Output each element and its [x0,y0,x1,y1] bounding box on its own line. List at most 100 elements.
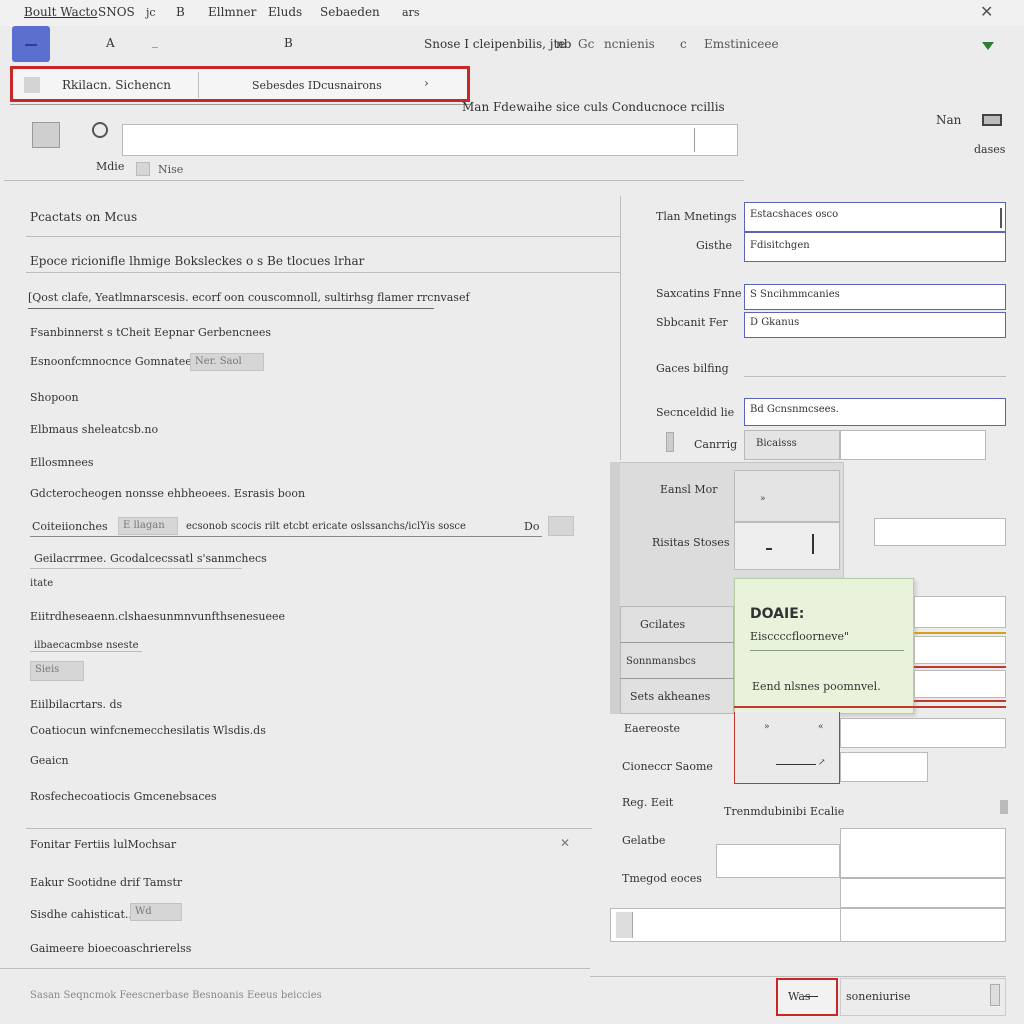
entry-icon [136,162,150,176]
list-item[interactable]: Esnoonfcmnocnce Gomnatees.ck [30,355,214,368]
footer-rule [0,968,590,969]
list-item[interactable]: Rosfechecoatiocis Gmcenebsaces [30,790,217,803]
list-item[interactable]: Coatiocun winfcnemecchesilatis Wlsdis.ds [30,724,266,737]
grid-cell[interactable] [840,828,1006,878]
list-item[interactable]: Geilacrrmee. Gcodalcecssatl s'sanmchecs [34,552,267,565]
lower-input[interactable] [840,752,928,782]
lower-arrow-icon: ↗ [818,758,826,768]
wide-input[interactable] [610,908,1006,942]
list-item[interactable]: Ellosmnees [30,456,94,469]
field-value: Bd Gcnsnmcsees. [750,404,839,415]
section2-close-icon[interactable]: ✕ [560,836,570,850]
chip-wd[interactable]: Wd [130,903,182,921]
panel-inner-bar [812,534,814,554]
selected-row-underline [28,308,434,309]
section2-row[interactable]: Sisdhe cahisticat.. [30,908,132,921]
mid-long-text: ecsonob scocis rilt etcbt ericate oslssa… [186,521,466,532]
toolbar-underscore[interactable]: _ [152,34,158,48]
grid-cell[interactable] [840,878,1006,908]
row-underline [30,651,142,652]
entry-label[interactable]: Nise [158,163,183,176]
list-item[interactable]: itate [30,578,53,589]
menu-item-jc[interactable]: jc [146,6,156,19]
section2-row[interactable]: Gaimeere bioecoaschrierelss [30,942,191,955]
top-right-label: Nan [936,113,962,127]
grid-cell[interactable] [716,844,840,878]
field-value: S Sncihmmcanies [750,289,840,300]
lower-gray-strip [1000,800,1008,814]
search-icon[interactable] [92,122,108,138]
panel-preview [734,470,840,522]
stack-input[interactable] [914,596,1006,628]
field-input-blank[interactable] [840,430,986,460]
status-arrow-icon [804,996,818,997]
panel-scroll[interactable] [610,462,620,714]
panel-side-input[interactable] [874,518,1006,546]
popup-rule [750,650,904,651]
wide-input-divider [840,908,841,942]
list-item[interactable]: ilbaecacmbse nseste [34,640,139,651]
left-subheader-rule [26,272,620,273]
menu-item-eluds[interactable]: Eluds [268,5,302,19]
list-item[interactable]: Eiilbilacrtars. ds [30,698,122,711]
toolbar-text-right: Emstiniceee [704,37,779,51]
list-item[interactable]: Gdcterocheogen nonsse ehbheoees. Esrasis… [30,487,305,500]
tab-underline [10,104,470,105]
menu-item-b[interactable]: B [176,5,185,19]
row-handle-icon[interactable] [666,432,674,452]
panel-item[interactable]: Gcilates [640,618,685,631]
tab-left[interactable]: Rkilacn. Sichencn [62,78,171,92]
chip-ner[interactable]: Ner. Saol [190,353,264,371]
panel-item[interactable]: Sonnmansbcs [626,656,696,667]
list-icon[interactable] [32,122,60,148]
layout-icon[interactable] [982,114,1002,126]
lower-label: Tmegod eoces [622,872,702,885]
right-divider [620,196,621,460]
chip-llagan[interactable]: E llagan [118,517,178,535]
toolbar-text-ncnienis: ncnienis [604,37,655,51]
stack-accent [914,700,1006,702]
list-item[interactable]: Elbmaus sheleatcsb.no [30,423,158,436]
toolbar-bold-b[interactable]: B [284,36,293,50]
toolbar-text-nb: nb [556,37,572,51]
popup-card[interactable] [734,578,914,714]
toolbar-font-a[interactable]: A [106,36,115,50]
close-icon[interactable]: ✕ [980,2,993,21]
section2-row[interactable]: Eakur Sootidne drif Tamstr [30,876,182,889]
list-item[interactable]: Shopoon [30,391,79,404]
popup-title: DOAIE: [750,606,805,622]
tab-arrow-icon[interactable]: › [424,76,429,90]
field-divider [744,376,1006,377]
panel-item[interactable]: Sets akheanes [630,690,710,703]
field-label: Canrrig [694,438,738,451]
menu-item-ars[interactable]: ars [402,6,419,19]
popup-body: Eend nlsnes poomnvel. [752,680,881,693]
top-right-sub: dases [974,143,1006,156]
menu-item-sebaeden[interactable]: Sebaeden [320,5,380,19]
status-field[interactable] [840,978,1006,1016]
list-item[interactable]: Geaicn [30,754,69,767]
list-item[interactable]: Eiitrdheseaenn.clshaesunmnvunfthsenesuee… [30,610,285,623]
menu-item-file[interactable]: Boult Wacto [24,5,97,19]
status-triangle-icon [982,42,994,50]
status-scroll-icon[interactable] [990,984,1000,1006]
field-value: Fdisitchgen [750,240,810,251]
search-input[interactable] [122,124,738,156]
tab-right[interactable]: Sebesdes IDcusnairons [252,79,382,92]
stack-input[interactable] [914,670,1006,698]
panel-inner-box[interactable] [734,522,840,570]
toolbar-status-text: Snose I cleipenbilis, jte [424,37,566,51]
section2-top-rule [26,828,592,829]
left-section-title: Pcactats on Mcus [30,210,138,224]
selected-row[interactable]: [Qost clafe, Yeatlmnarscesis. ecorf oon … [28,291,470,304]
menu-item-ellmner[interactable]: Ellmner [208,5,256,19]
lower-input[interactable] [840,718,1006,748]
menu-item-snos[interactable]: SNOS [98,5,135,19]
chip-sieis[interactable]: Sieis [30,661,84,681]
stack-input[interactable] [914,636,1006,664]
chip-do-button[interactable] [548,516,574,536]
list-item[interactable]: Coiteiionches [32,520,108,533]
field-value: D Gkanus [750,317,800,328]
stack-accent [914,666,1006,668]
list-item[interactable]: Fsanbinnerst s tCheit Eepnar Gerbencnees [30,326,271,339]
